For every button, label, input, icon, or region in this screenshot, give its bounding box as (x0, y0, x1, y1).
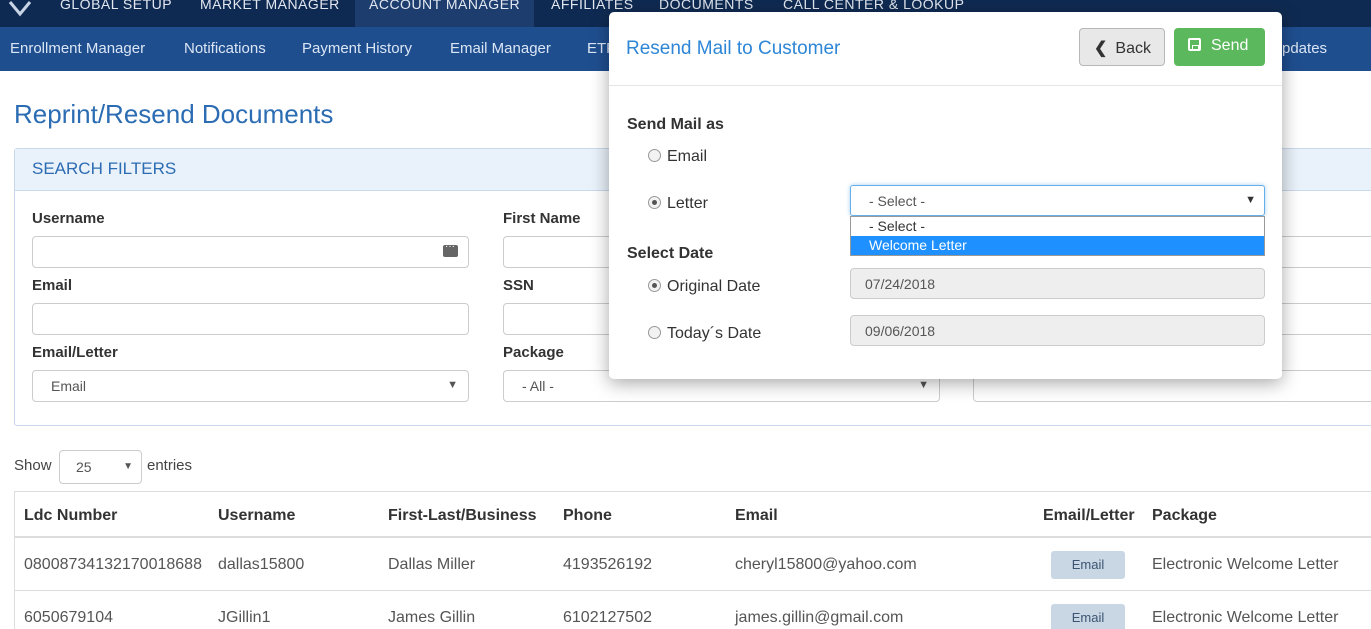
nav-market-manager[interactable]: MARKET MANAGER (186, 0, 354, 27)
cell-ldc-number: 08008734132170018688 (24, 556, 202, 573)
cell-username: dallas15800 (218, 556, 305, 573)
first-name-label: First Name (503, 210, 581, 227)
email-radio[interactable] (648, 149, 661, 162)
send-button[interactable]: Send (1174, 28, 1265, 66)
subnav-notifications[interactable]: Notifications (184, 40, 266, 57)
col-email[interactable]: Email (735, 507, 778, 525)
cell-package: Electronic Welcome Letter (1152, 609, 1339, 626)
modal-title: Resend Mail to Customer (626, 38, 841, 59)
subnav-email-manager[interactable]: Email Manager (450, 40, 551, 57)
cell-phone: 4193526192 (563, 556, 652, 573)
page-title: Reprint/Resend Documents (14, 99, 334, 129)
letter-option-welcome-letter[interactable]: Welcome Letter (851, 236, 1264, 255)
package-label: Package (503, 344, 564, 361)
resend-mail-modal: Resend Mail to Customer ❮ Back Send Send … (609, 12, 1282, 379)
cell-username: JGillin1 (218, 609, 271, 626)
original-date-field: 07/24/2018 (850, 268, 1265, 299)
todays-date-radio[interactable] (648, 326, 661, 339)
save-icon (1188, 38, 1201, 51)
show-label: Show (14, 457, 52, 474)
chevron-left-icon: ❮ (1094, 40, 1108, 57)
send-button-label: Send (1211, 37, 1249, 54)
col-package[interactable]: Package (1152, 507, 1217, 525)
subnav-enrollment-manager[interactable]: Enrollment Manager (10, 40, 145, 57)
email-radio-label[interactable]: Email (667, 148, 707, 166)
nav-global-setup[interactable]: GLOBAL SETUP (46, 0, 186, 27)
keyboard-icon[interactable] (443, 241, 458, 257)
col-username[interactable]: Username (218, 507, 295, 525)
table-header: Ldc Number Username First-Last/Business … (15, 492, 1371, 538)
entries-label: entries (147, 457, 193, 474)
nav-account-manager[interactable]: ACCOUNT MANAGER (355, 0, 535, 27)
col-ldc-number[interactable]: Ldc Number (24, 507, 117, 525)
username-input[interactable] (32, 236, 469, 268)
email-badge[interactable]: Email (1051, 604, 1125, 629)
modal-header: Resend Mail to Customer ❮ Back Send (609, 12, 1282, 86)
col-phone[interactable]: Phone (563, 507, 612, 525)
letter-dropdown-list: - Select - Welcome Letter (850, 216, 1265, 256)
cell-email: cheryl15800@yahoo.com (735, 556, 917, 573)
back-button[interactable]: ❮ Back (1079, 28, 1165, 66)
table-row[interactable]: 08008734132170018688 dallas15800 Dallas … (15, 538, 1371, 591)
back-button-label: Back (1115, 40, 1151, 57)
cell-name: James Gillin (388, 609, 476, 626)
original-date-label[interactable]: Original Date (667, 278, 760, 296)
email-label: Email (32, 277, 73, 294)
logo-icon (8, 1, 32, 17)
results-table: Ldc Number Username First-Last/Business … (14, 491, 1371, 629)
email-badge[interactable]: Email (1051, 551, 1125, 579)
table-row[interactable]: 6050679104 JGillin1 James Gillin 6102127… (15, 591, 1371, 629)
subnav-payment-history[interactable]: Payment History (302, 40, 412, 57)
select-date-label: Select Date (627, 245, 714, 262)
col-email-letter[interactable]: Email/Letter (1043, 507, 1135, 525)
letter-select-value: - Select - (869, 193, 926, 209)
original-date-radio[interactable] (648, 279, 661, 292)
cell-phone: 6102127502 (563, 609, 652, 626)
cell-name: Dallas Miller (388, 556, 476, 573)
entries-select-value: 25 (76, 459, 92, 475)
username-label: Username (32, 210, 105, 227)
letter-radio-label[interactable]: Letter (667, 195, 708, 213)
ssn-label: SSN (503, 277, 534, 294)
cell-email: james.gillin@gmail.com (735, 609, 904, 626)
subnav-updates[interactable]: pdates (1282, 40, 1327, 57)
package-select-value: - All - (522, 378, 554, 394)
caret-down-icon: ▼ (447, 379, 458, 391)
todays-date-label[interactable]: Today´s Date (667, 325, 761, 343)
caret-down-icon: ▼ (918, 379, 929, 391)
email-letter-select-value: Email (51, 378, 87, 394)
email-input[interactable] (32, 303, 469, 335)
email-letter-label: Email/Letter (32, 344, 118, 361)
col-first-last-business[interactable]: First-Last/Business (388, 507, 536, 525)
letter-select[interactable]: - Select - ▼ (850, 185, 1265, 216)
entries-select[interactable]: 25 ▼ (59, 450, 142, 484)
cell-ldc-number: 6050679104 (24, 609, 113, 626)
send-mail-as-label: Send Mail as (627, 116, 724, 133)
caret-down-icon: ▼ (123, 461, 133, 472)
caret-down-icon: ▼ (1245, 194, 1256, 206)
letter-option-select[interactable]: - Select - (851, 217, 1264, 236)
letter-radio[interactable] (648, 196, 661, 209)
todays-date-field: 09/06/2018 (850, 315, 1265, 346)
cell-package: Electronic Welcome Letter (1152, 556, 1339, 573)
email-letter-select[interactable]: Email ▼ (32, 370, 469, 402)
